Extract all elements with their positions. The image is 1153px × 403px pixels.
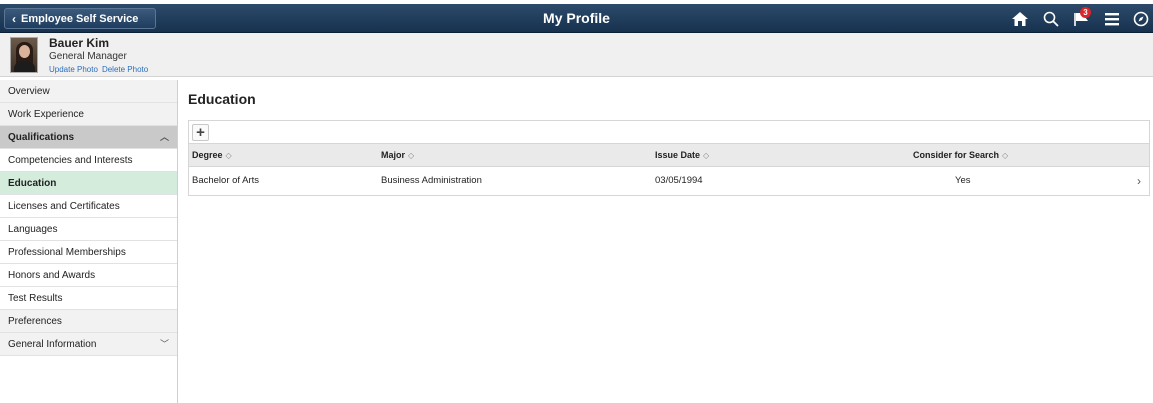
- sort-icon: ◇: [225, 151, 232, 160]
- sidebar-item-languages[interactable]: Languages: [0, 218, 177, 241]
- sidebar-item-label: Languages: [8, 224, 58, 235]
- profile-role: General Manager: [49, 51, 127, 62]
- column-header-issue-date[interactable]: Issue Date ◇: [655, 144, 709, 167]
- sidebar-item-label: Competencies and Interests: [8, 155, 133, 166]
- menu-icon[interactable]: [1105, 12, 1119, 26]
- cell-issue-date: 03/05/1994: [655, 175, 703, 186]
- search-icon[interactable]: [1043, 11, 1059, 27]
- header-actions: 3: [1011, 4, 1149, 33]
- chevron-down-icon: ﹀: [159, 339, 169, 349]
- sort-icon: ◇: [1002, 151, 1009, 160]
- column-header-consider-for-search[interactable]: Consider for Search ◇: [913, 144, 1008, 167]
- navigator-icon[interactable]: [1133, 11, 1149, 27]
- sidebar-item-preferences[interactable]: Preferences: [0, 310, 177, 333]
- education-grid: + Degree ◇ Major ◇ Issue Date ◇ Consider fo…: [188, 120, 1150, 196]
- cell-consider-for-search: Yes: [955, 175, 971, 186]
- sidebar-item-competencies[interactable]: Competencies and Interests: [0, 149, 177, 172]
- sidebar-item-label: Work Experience: [8, 109, 84, 120]
- sidebar-item-label: Overview: [8, 86, 50, 97]
- cell-major: Business Administration: [381, 175, 482, 186]
- column-header-degree[interactable]: Degree ◇: [192, 144, 232, 167]
- page-title: My Profile: [543, 10, 610, 26]
- sidebar-item-label: Professional Memberships: [8, 247, 126, 258]
- notifications-icon[interactable]: 3: [1073, 6, 1091, 27]
- column-header-major[interactable]: Major ◇: [381, 144, 414, 167]
- photo-links: Update Photo Delete Photo: [49, 65, 148, 74]
- sidebar: Overview Work Experience Qualifications ︿…: [0, 80, 178, 403]
- sidebar-item-label: Qualifications: [8, 132, 75, 143]
- sort-icon: ◇: [703, 151, 710, 160]
- chevron-up-icon: ︿: [159, 132, 169, 142]
- table-row[interactable]: Bachelor of Arts Business Administration…: [189, 167, 1149, 195]
- sidebar-item-label: Licenses and Certificates: [8, 201, 120, 212]
- delete-photo-link[interactable]: Delete Photo: [102, 65, 148, 74]
- sidebar-item-test-results[interactable]: Test Results: [0, 287, 177, 310]
- cell-degree: Bachelor of Arts: [192, 175, 260, 186]
- sidebar-item-overview[interactable]: Overview: [0, 80, 177, 103]
- sort-icon: ◇: [408, 151, 415, 160]
- sidebar-item-label: Education: [8, 178, 57, 189]
- sidebar-group-qualifications[interactable]: Qualifications ︿: [0, 126, 177, 149]
- home-icon[interactable]: [1011, 11, 1029, 27]
- grid-header: Degree ◇ Major ◇ Issue Date ◇ Consider for …: [189, 144, 1149, 167]
- section-heading: Education: [188, 91, 256, 107]
- back-button-label: Employee Self Service: [21, 12, 139, 25]
- sidebar-item-label: Preferences: [8, 316, 62, 327]
- sidebar-item-honors[interactable]: Honors and Awards: [0, 264, 177, 287]
- sidebar-item-label: General Information: [8, 339, 97, 350]
- sidebar-item-general-information[interactable]: General Information ﹀: [0, 333, 177, 356]
- avatar: [10, 37, 38, 73]
- sidebar-item-label: Test Results: [8, 293, 63, 304]
- sidebar-item-label: Honors and Awards: [8, 270, 96, 281]
- chevron-left-icon: ‹: [12, 11, 16, 26]
- chevron-right-icon[interactable]: ›: [1137, 167, 1141, 195]
- profile-header: Bauer Kim General Manager Update Photo D…: [0, 33, 1153, 77]
- update-photo-link[interactable]: Update Photo: [49, 65, 98, 74]
- sidebar-item-work-experience[interactable]: Work Experience: [0, 103, 177, 126]
- sidebar-item-memberships[interactable]: Professional Memberships: [0, 241, 177, 264]
- notification-count-badge: 3: [1080, 6, 1091, 18]
- profile-name: Bauer Kim: [49, 36, 110, 50]
- top-banner: My Profile ‹ Employee Self Service 3: [0, 4, 1153, 33]
- grid-toolbar: +: [189, 121, 1149, 144]
- sidebar-item-education[interactable]: Education: [0, 172, 177, 195]
- add-button[interactable]: +: [192, 124, 209, 141]
- back-button[interactable]: ‹ Employee Self Service: [4, 8, 156, 29]
- sidebar-item-licenses[interactable]: Licenses and Certificates: [0, 195, 177, 218]
